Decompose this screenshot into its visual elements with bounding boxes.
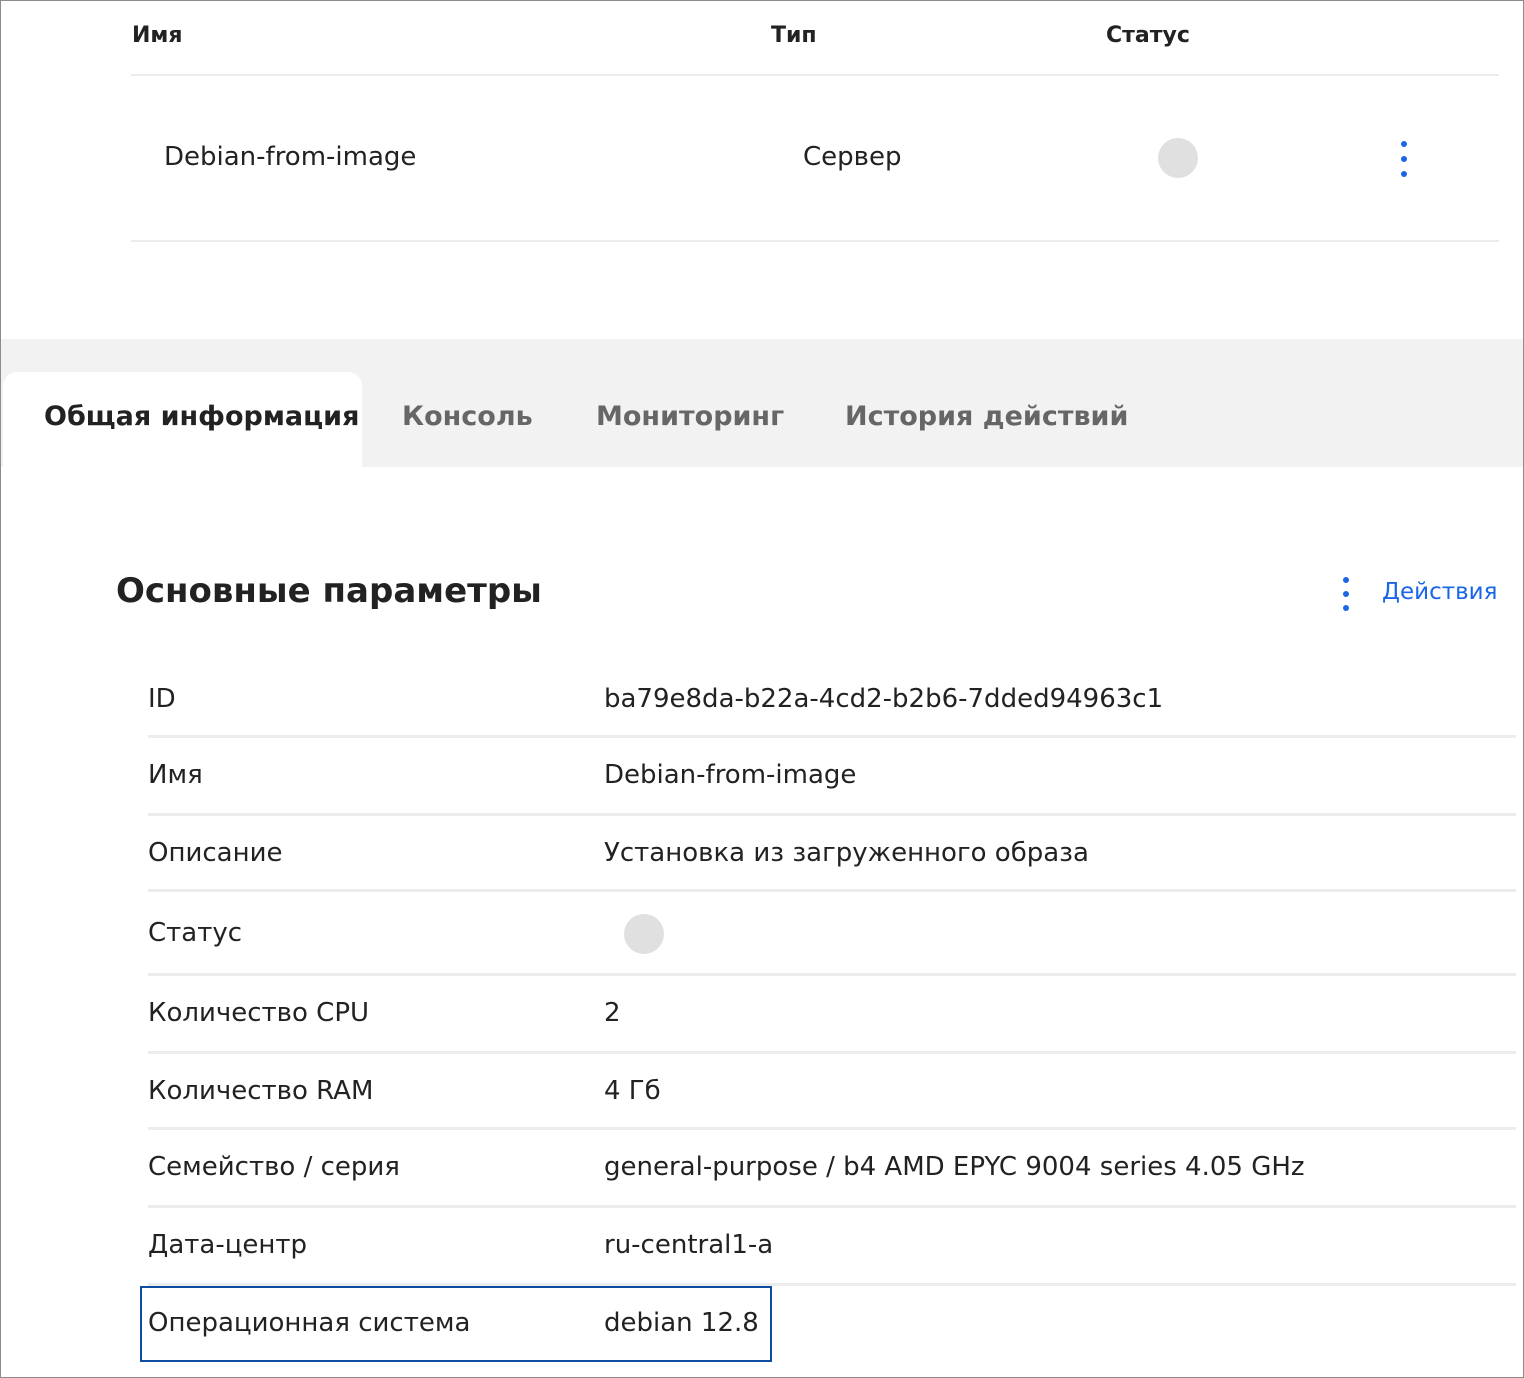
row-menu-kebab-icon[interactable] [1394,141,1414,177]
column-header-name[interactable]: Имя [132,23,183,48]
status-indicator [1158,138,1198,178]
param-label-datacenter: Дата-центр [148,1230,308,1260]
param-value-description: Установка из загруженного образа [604,838,1089,868]
param-value-id: ba79e8da-b22a-4cd2-b2b6-7dded94963c1 [604,684,1164,714]
tab-monitoring[interactable]: Мониторинг [596,401,784,432]
param-value-family: general-purpose / b4 AMD EPYC 9004 serie… [604,1152,1305,1182]
param-label-family: Семейство / серия [148,1152,400,1182]
row-divider [148,1205,1516,1208]
os-highlight-box [140,1286,772,1362]
page-frame: Имя Тип Статус Debian-from-image Сервер … [0,0,1524,1378]
row-divider [148,735,1516,738]
row-divider [148,889,1516,892]
row-divider [148,1127,1516,1130]
table-header-divider [131,74,1499,76]
param-value-ram: 4 Гб [604,1076,661,1106]
tab-action-history[interactable]: История действий [845,401,1128,432]
tab-console[interactable]: Консоль [402,401,533,432]
actions-kebab-icon[interactable] [1336,577,1356,611]
row-divider [148,973,1516,976]
param-label-cpu: Количество CPU [148,998,370,1028]
section-title: Основные параметры [116,571,542,611]
param-status-indicator [624,914,664,954]
param-label-id: ID [148,684,176,714]
row-name[interactable]: Debian-from-image [164,142,416,172]
param-value-datacenter: ru-central1-a [604,1230,774,1260]
actions-link[interactable]: Действия [1382,579,1497,605]
row-type: Сервер [803,142,902,172]
param-value-cpu: 2 [604,998,621,1028]
param-label-description: Описание [148,838,283,868]
column-header-type[interactable]: Тип [771,23,817,48]
tab-general-info[interactable]: Общая информация [44,401,359,432]
param-label-status: Статус [148,918,243,948]
row-divider [148,1051,1516,1054]
row-divider [148,813,1516,816]
table-row-divider [131,240,1499,242]
column-header-status[interactable]: Статус [1106,23,1190,48]
param-label-ram: Количество RAM [148,1076,374,1106]
param-value-name: Debian-from-image [604,760,857,790]
param-label-name: Имя [148,760,203,790]
